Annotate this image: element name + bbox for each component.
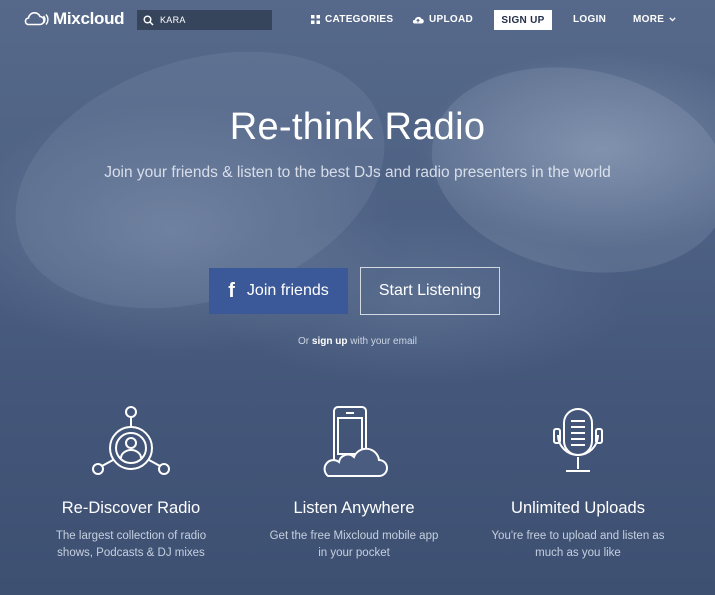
hero-subtitle: Join your friends & listen to the best D… <box>104 164 611 181</box>
logo-text: Mixcloud <box>53 9 125 28</box>
signup-email-line: Or sign up with your email <box>0 336 715 347</box>
feature-unlimited-uploads-text: You're free to upload and listen as much… <box>491 530 665 559</box>
nav-categories-label: CATEGORIES <box>325 14 394 25</box>
join-friends-button[interactable]: f Join friends <box>209 268 348 314</box>
or-prefix: Or <box>298 336 310 347</box>
grid-icon <box>311 15 320 24</box>
nav-more-label: MORE <box>633 14 665 25</box>
logo[interactable]: Mixcloud <box>22 9 125 29</box>
feature-listen-anywhere-title: Listen Anywhere <box>293 499 415 517</box>
search-box[interactable] <box>137 10 272 30</box>
chevron-down-icon <box>669 17 676 22</box>
feature-rediscover-title: Re-Discover Radio <box>61 499 201 517</box>
signup-button[interactable]: SIGN UP <box>494 10 552 30</box>
nav-upload[interactable]: UPLOAD <box>412 14 473 25</box>
hero-title: Re-think Radio <box>229 106 486 148</box>
search-icon <box>143 15 154 26</box>
feature-rediscover-text: The largest collection of radio shows, P… <box>55 530 207 559</box>
feature-listen-anywhere-text: Get the free Mixcloud mobile app in your… <box>269 530 439 559</box>
feature-unlimited-uploads-title: Unlimited Uploads <box>511 499 645 517</box>
microphone-icon <box>553 408 603 472</box>
upload-cloud-icon <box>412 16 424 24</box>
phone-cloud-icon <box>323 406 388 477</box>
nav-upload-label: UPLOAD <box>429 14 474 25</box>
signup-link[interactable]: sign up <box>312 336 348 347</box>
radio-network-icon <box>92 406 170 475</box>
top-nav: Mixcloud CATEGORIES UPLOAD SIGN UP LOGIN… <box>0 0 715 40</box>
nav-more[interactable]: MORE <box>633 14 676 25</box>
nav-categories[interactable]: CATEGORIES <box>311 14 393 25</box>
signup-label: SIGN UP <box>501 14 545 26</box>
nav-login-label: LOGIN <box>573 14 607 25</box>
feature-rediscover: Re-Discover Radio The largest collection… <box>21 405 241 562</box>
start-listening-label: Start Listening <box>378 282 482 299</box>
search-input[interactable] <box>160 15 260 25</box>
feature-listen-anywhere: Listen Anywhere Get the free Mixcloud mo… <box>244 405 464 562</box>
feature-unlimited-uploads: Unlimited Uploads You're free to upload … <box>468 405 688 562</box>
start-listening-button[interactable]: Start Listening <box>360 267 500 315</box>
cloud-logo-icon <box>24 12 49 26</box>
nav-login[interactable]: LOGIN <box>573 14 606 25</box>
or-suffix: with your email <box>350 336 417 347</box>
join-friends-label: Join friends <box>246 282 329 299</box>
facebook-icon: f <box>228 279 235 302</box>
